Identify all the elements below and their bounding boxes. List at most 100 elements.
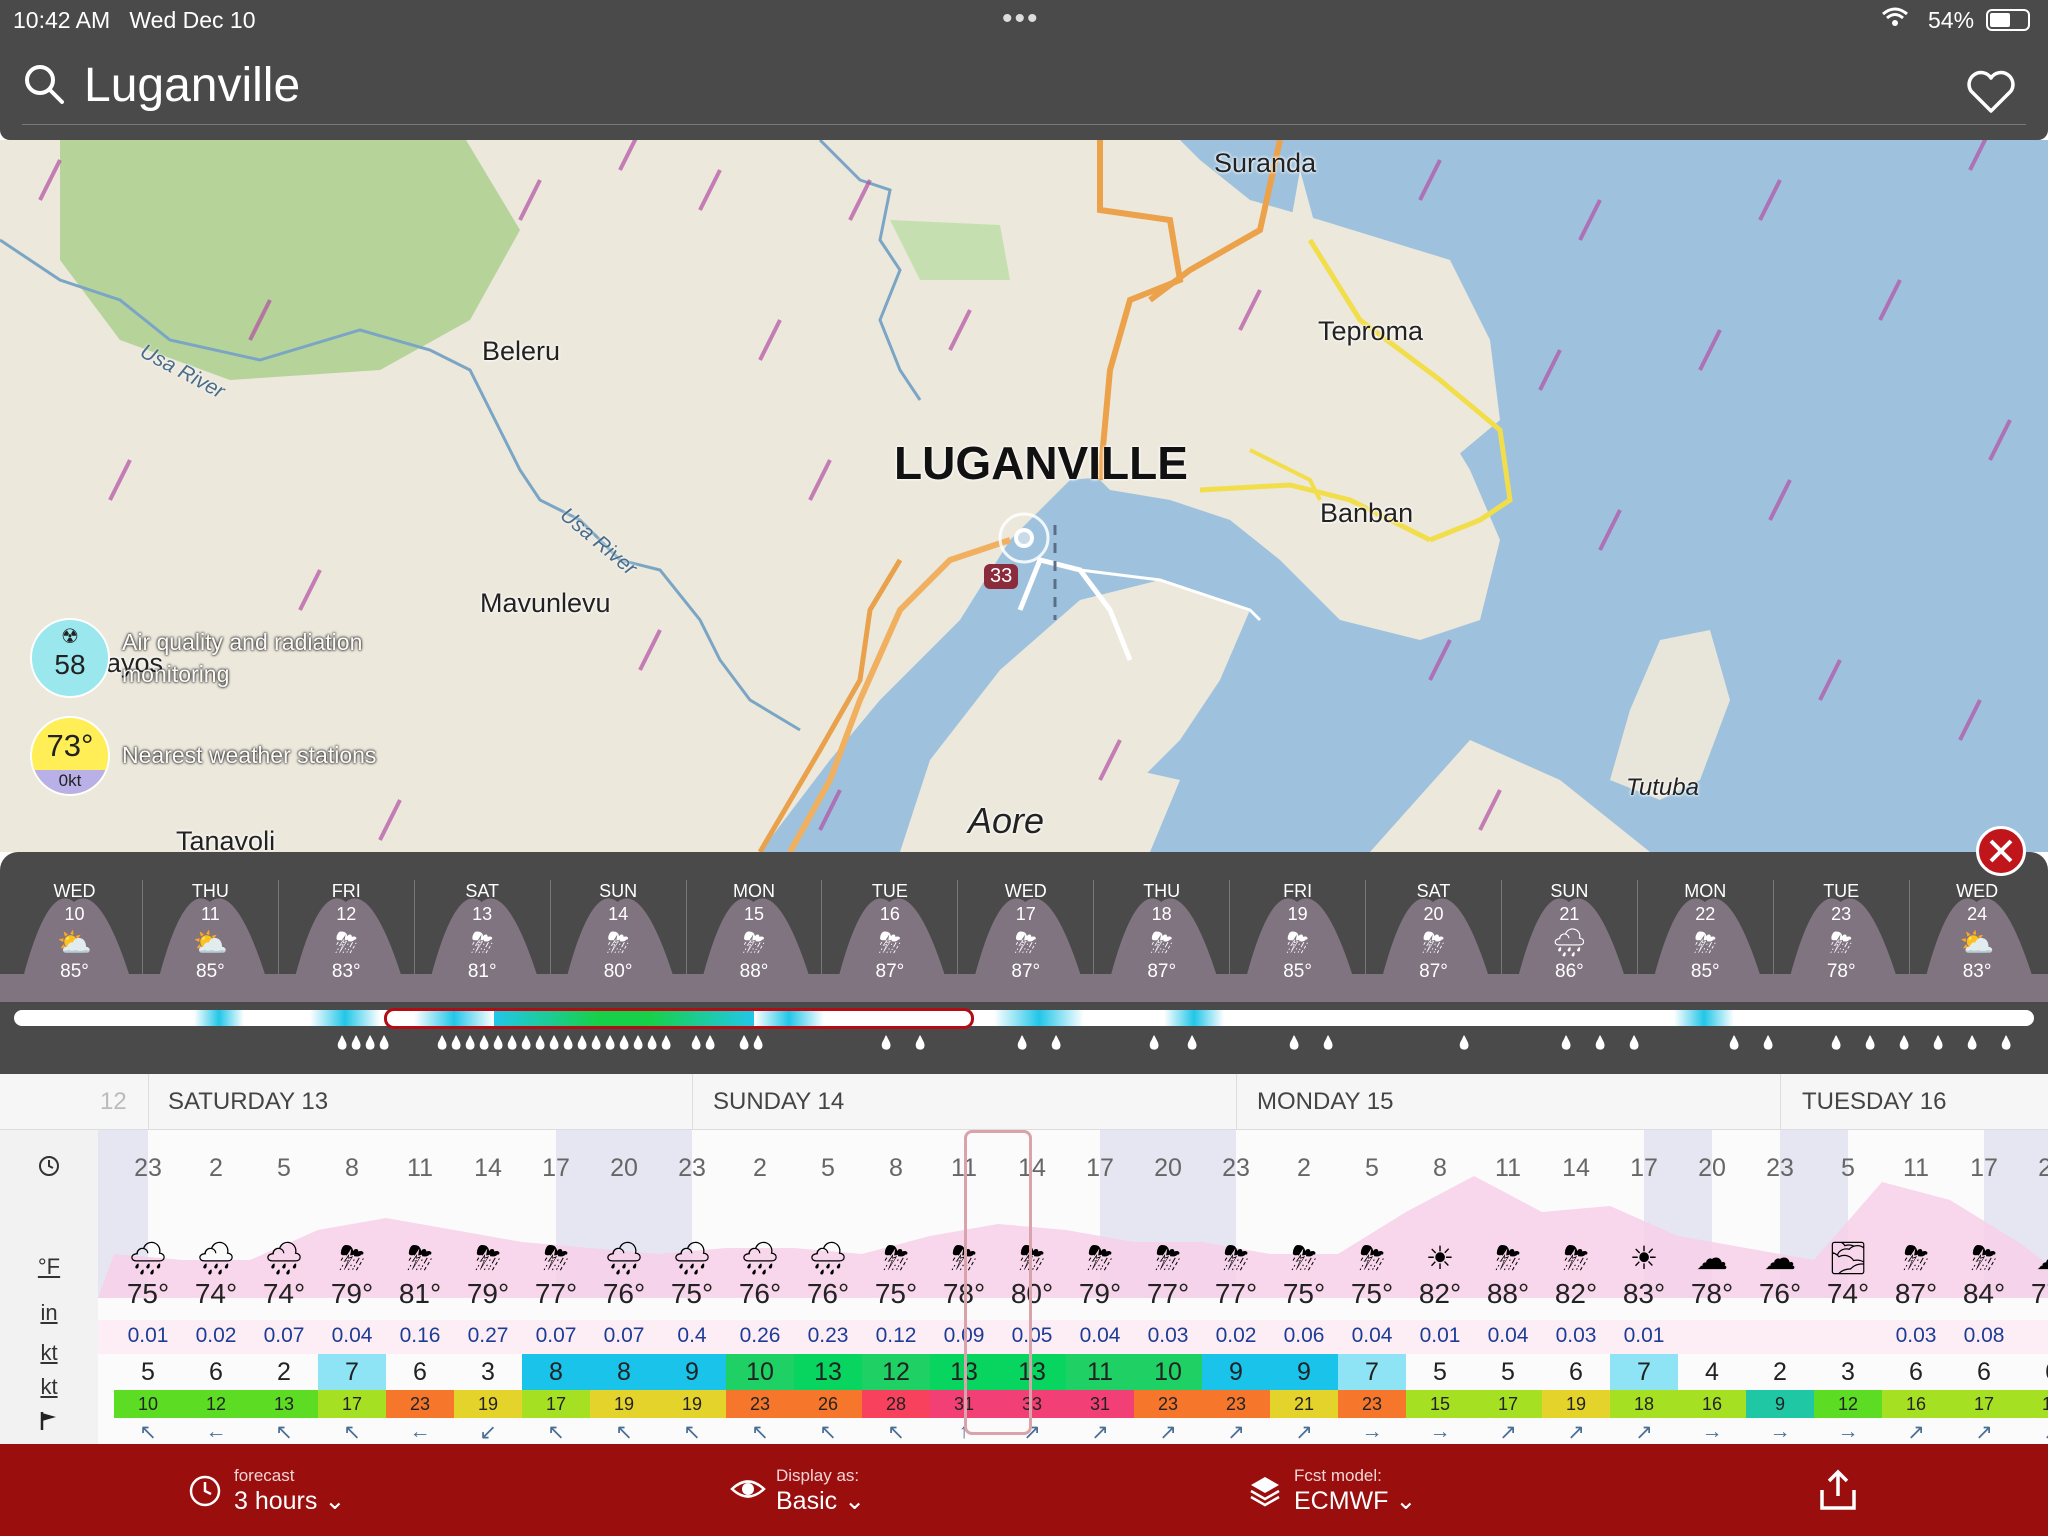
day-cell[interactable]: MON 15 ⛈ 88° <box>687 880 822 983</box>
favorite-heart-icon[interactable] <box>1966 70 2016 114</box>
clock-icon <box>189 1475 221 1507</box>
weather-stations-button[interactable]: 73° 0kt <box>30 716 110 796</box>
hour-column[interactable]: 11 ⛈ 78° 0.09 13 31 ↑ <box>896 1130 998 1444</box>
hour-column[interactable]: 17 ⛈ 77° 0.07 8 17 ↖ <box>488 1130 590 1444</box>
wind-direction-arrow: ↗ <box>2018 1420 2048 1444</box>
hour-column[interactable]: 20 ☁ 78° 4 16 → <box>1644 1130 1746 1444</box>
close-forecast-button[interactable] <box>1976 826 2026 876</box>
rain-drop-icon: 💧 <box>1998 1035 2015 1050</box>
day-temp: 85° <box>196 961 225 982</box>
day-cell[interactable]: TUE 23 ⛈ 78° <box>1774 880 1909 983</box>
day-temp: 88° <box>739 961 769 982</box>
hour-column[interactable]: 23 ☁77° 616↗ <box>1984 1130 2048 1444</box>
day-cell[interactable]: SUN 14 ⛈ 80° <box>551 880 686 983</box>
search-bar[interactable]: Luganville <box>0 40 2048 140</box>
hour-column[interactable]: 11 ⛈ 87° 0.03 6 16 ↗ <box>1848 1130 1950 1444</box>
hour-column[interactable]: 17 ⛈ 84° 0.08 6 17 ↗ <box>1916 1130 2018 1444</box>
day-cell[interactable]: WED 24 ⛅ 83° <box>1910 880 2045 983</box>
day-cell[interactable]: MON 22 ⛈ 85° <box>1638 880 1773 983</box>
daily-forecast-strip[interactable]: WED 10 ⛅ 85° THU 11 ⛅ 85° FRI 12 ⛈ 83° SAT 13 ⛈ 81° SUN 1… <box>0 852 2048 1074</box>
forecast-model-button[interactable]: Fcst model: ECMWF ⌄ <box>1250 1466 1417 1516</box>
day-date: 10 <box>64 904 85 924</box>
hour-column[interactable]: 11 ⛈ 81° 0.16 6 23 ← <box>352 1130 454 1444</box>
wifi-icon <box>1882 7 1908 33</box>
rain-drop-icon: 💧 <box>1048 1035 1065 1050</box>
rain-drops-row: 💧 💧 💧 💧 💧 💧 💧 💧 💧 💧 💧 💧 💧 💧 💧 💧 💧 💧 💧 💧 💧 💧 💧 💧 💧 💧 💧 💧 💧 💧 💧 💧 💧 💧 💧 💧 💧 💧 💧 💧… <box>0 1035 2048 1055</box>
model-label: Fcst model: <box>1294 1466 1382 1485</box>
day-name: TUE <box>871 881 908 901</box>
search-input[interactable]: Luganville <box>84 58 300 113</box>
hour-column[interactable]: 20 ⛈ 77° 0.03 10 23 ↗ <box>1100 1130 1202 1444</box>
day-separator <box>1229 880 1231 978</box>
day-cell[interactable]: SAT 20 ⛈ 87° <box>1366 880 1501 983</box>
day-name: FRI <box>1283 881 1313 901</box>
hour-column[interactable]: 8 ☀ 82° 0.01 5 15 → <box>1372 1130 1474 1444</box>
hour-column[interactable]: 2 ⛈ 75° 0.06 9 21 ↗ <box>1236 1130 1338 1444</box>
hour-column[interactable]: 11 ⛈ 88° 0.04 5 17 ↗ <box>1440 1130 1542 1444</box>
search-icon[interactable] <box>22 62 66 106</box>
hour-column[interactable]: 2 🌧 74° 0.02 6 12 ← <box>148 1130 250 1444</box>
day-cell[interactable]: FRI 19 ⛈ 85° <box>1230 880 1365 983</box>
day-header: SATURDAY 13 <box>168 1088 329 1115</box>
day-date: 12 <box>336 904 357 924</box>
hour-column[interactable]: 8 ⛈ 75° 0.12 12 28 ↖ <box>828 1130 930 1444</box>
day-separator <box>1500 880 1502 978</box>
day-date: 14 <box>608 904 629 924</box>
model-value: ECMWF <box>1294 1487 1389 1515</box>
weather-icon: ⛈ <box>1422 927 1445 958</box>
hour-column[interactable]: 5 🌧 74° 0.07 2 13 ↖ <box>216 1130 318 1444</box>
hour-column[interactable]: 23 ⛈ 77° 0.02 9 23 ↗ <box>1168 1130 1270 1444</box>
hour-column[interactable]: 5 🌫 74° 3 12 → <box>1780 1130 1882 1444</box>
hour-column[interactable]: 8 ⛈ 79° 0.04 7 17 ↖ <box>284 1130 386 1444</box>
chevron-down-icon: ⌄ <box>844 1487 866 1515</box>
weather-stations-label[interactable]: Nearest weather stations <box>122 742 376 769</box>
rain-drop-icon: 💧 <box>1014 1035 1031 1050</box>
map-view[interactable]: Suranda Teproma Beleru Banban Mavunlevu … <box>0 140 2048 852</box>
day-name: FRI <box>331 881 361 901</box>
rain-drop-icon: 💧 <box>912 1035 929 1050</box>
hour-column[interactable]: 14 ⛈ 82° 0.03 6 19 ↗ <box>1508 1130 1610 1444</box>
place-beleru: Beleru <box>482 336 561 366</box>
hour-column[interactable]: 17 ☀ 83° 0.01 7 18 ↗ <box>1576 1130 1678 1444</box>
day-cell[interactable]: FRI 12 ⛈ 83° <box>279 880 414 983</box>
day-separator <box>1908 880 1910 978</box>
multitasking-dots-icon[interactable]: ••• <box>1002 2 1040 36</box>
day-cell[interactable]: THU 11 ⛅ 85° <box>143 880 278 983</box>
hour-column[interactable]: 23 🌧 75° 0.4 9 19 ↖ <box>624 1130 726 1444</box>
air-quality-label[interactable]: Air quality and radiation monitoring <box>122 626 432 690</box>
hour-column[interactable]: 2 🌧 76° 0.26 10 23 ↖ <box>692 1130 794 1444</box>
day-headers: 12 SATURDAY 13 SUNDAY 14 MONDAY 15 TUESD… <box>0 1074 2048 1130</box>
weather-icon: ⛅ <box>1959 927 1995 958</box>
place-banban: Banban <box>1320 498 1414 528</box>
day-cell[interactable]: WED 10 ⛅ 85° <box>7 880 142 983</box>
forecast-interval-button[interactable]: forecast 3 hours ⌄ <box>189 1466 345 1516</box>
day-cell[interactable]: SAT 13 ⛈ 81° <box>415 880 550 983</box>
day-cell[interactable]: TUE 16 ⛈ 87° <box>822 880 957 983</box>
day-cell[interactable]: THU 18 ⛈ 87° <box>1094 880 1229 983</box>
day-temp: 86° <box>1555 961 1584 982</box>
status-time: 10:42 AM Wed Dec 10 <box>13 7 256 33</box>
display-mode-button[interactable]: Display as: Basic ⌄ <box>730 1466 866 1516</box>
day-temp: 85° <box>60 961 89 982</box>
hour-column[interactable]: 5 ⛈ 75° 0.04 7 23 → <box>1304 1130 1406 1444</box>
hour-column[interactable]: 5 🌧 76° 0.23 13 26 ↖ <box>760 1130 862 1444</box>
hour-column[interactable]: 14 ⛈ 79° 0.27 3 19 ↙ <box>420 1130 522 1444</box>
rain-drop-icon: 💧 <box>1930 1035 1947 1050</box>
air-quality-button[interactable]: ☢ 58 <box>30 618 110 698</box>
rain-drop-icon: 💧 <box>1184 1035 1201 1050</box>
radiation-icon: ☢ <box>61 626 79 648</box>
weather-icon: ⛅ <box>192 927 228 958</box>
rain-drop-icon: 💧 <box>702 1035 719 1050</box>
precipitation-timeline[interactable] <box>14 1010 2034 1026</box>
hour-column[interactable]: 20 🌧 76° 0.07 8 19 ↖ <box>556 1130 658 1444</box>
day-cell[interactable]: SUN 21 🌧 86° <box>1502 880 1637 983</box>
hour-column[interactable]: 17 ⛈ 79° 0.04 11 31 ↗ <box>1032 1130 1134 1444</box>
selected-range-indicator[interactable] <box>384 1008 974 1029</box>
status-bar: 10:42 AM Wed Dec 10 ••• 54% <box>0 0 2048 40</box>
share-icon[interactable] <box>1816 1468 1860 1512</box>
day-cell[interactable]: WED 17 ⛈ 87° <box>958 880 1093 983</box>
day-name: SUN <box>599 881 638 901</box>
chevron-down-icon: ⌄ <box>1395 1487 1417 1515</box>
day-name: TUE <box>1823 881 1860 901</box>
hour-column[interactable]: 23 ☁ 76° 2 9 → <box>1712 1130 1814 1444</box>
